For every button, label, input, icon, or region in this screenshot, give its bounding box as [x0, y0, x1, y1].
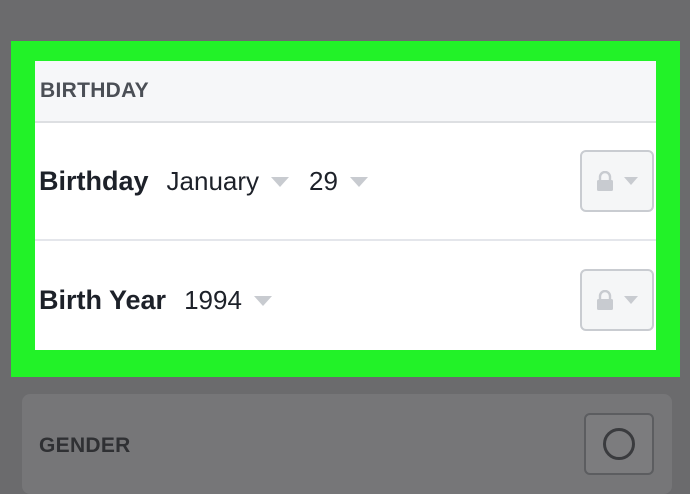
chevron-down-icon [624, 177, 638, 185]
birth-year-value: 1994 [184, 284, 242, 315]
chevron-down-icon [624, 296, 638, 304]
birth-year-label: Birth Year [39, 284, 167, 315]
birth-year-select[interactable]: 1994 [184, 285, 272, 316]
chevron-down-icon [349, 177, 368, 187]
birthday-label: Birthday [39, 165, 149, 196]
radio-circle-icon [603, 428, 635, 460]
birth-year-privacy-button[interactable] [580, 269, 654, 331]
gender-select-button[interactable] [584, 413, 654, 475]
lock-icon [597, 290, 613, 310]
gender-card: GENDER [22, 394, 672, 494]
birth-year-row: Birth Year 1994 [35, 241, 656, 359]
birthday-day-value: 29 [309, 165, 338, 196]
lock-icon [597, 171, 613, 191]
chevron-down-icon [271, 177, 290, 187]
birthday-row: Birthday January 29 [35, 123, 656, 241]
birthday-card: BIRTHDAY Birthday January 29 Birth Year … [35, 61, 656, 350]
birthday-month-select[interactable]: January [167, 166, 290, 197]
birthday-privacy-button[interactable] [580, 150, 654, 212]
birthday-section-title: BIRTHDAY [40, 79, 149, 102]
chevron-down-icon [253, 296, 272, 306]
gender-section-title: GENDER [39, 434, 131, 457]
birthday-month-value: January [166, 165, 260, 196]
birthday-section-header: BIRTHDAY [35, 61, 656, 123]
birthday-day-select[interactable]: 29 [309, 166, 368, 197]
